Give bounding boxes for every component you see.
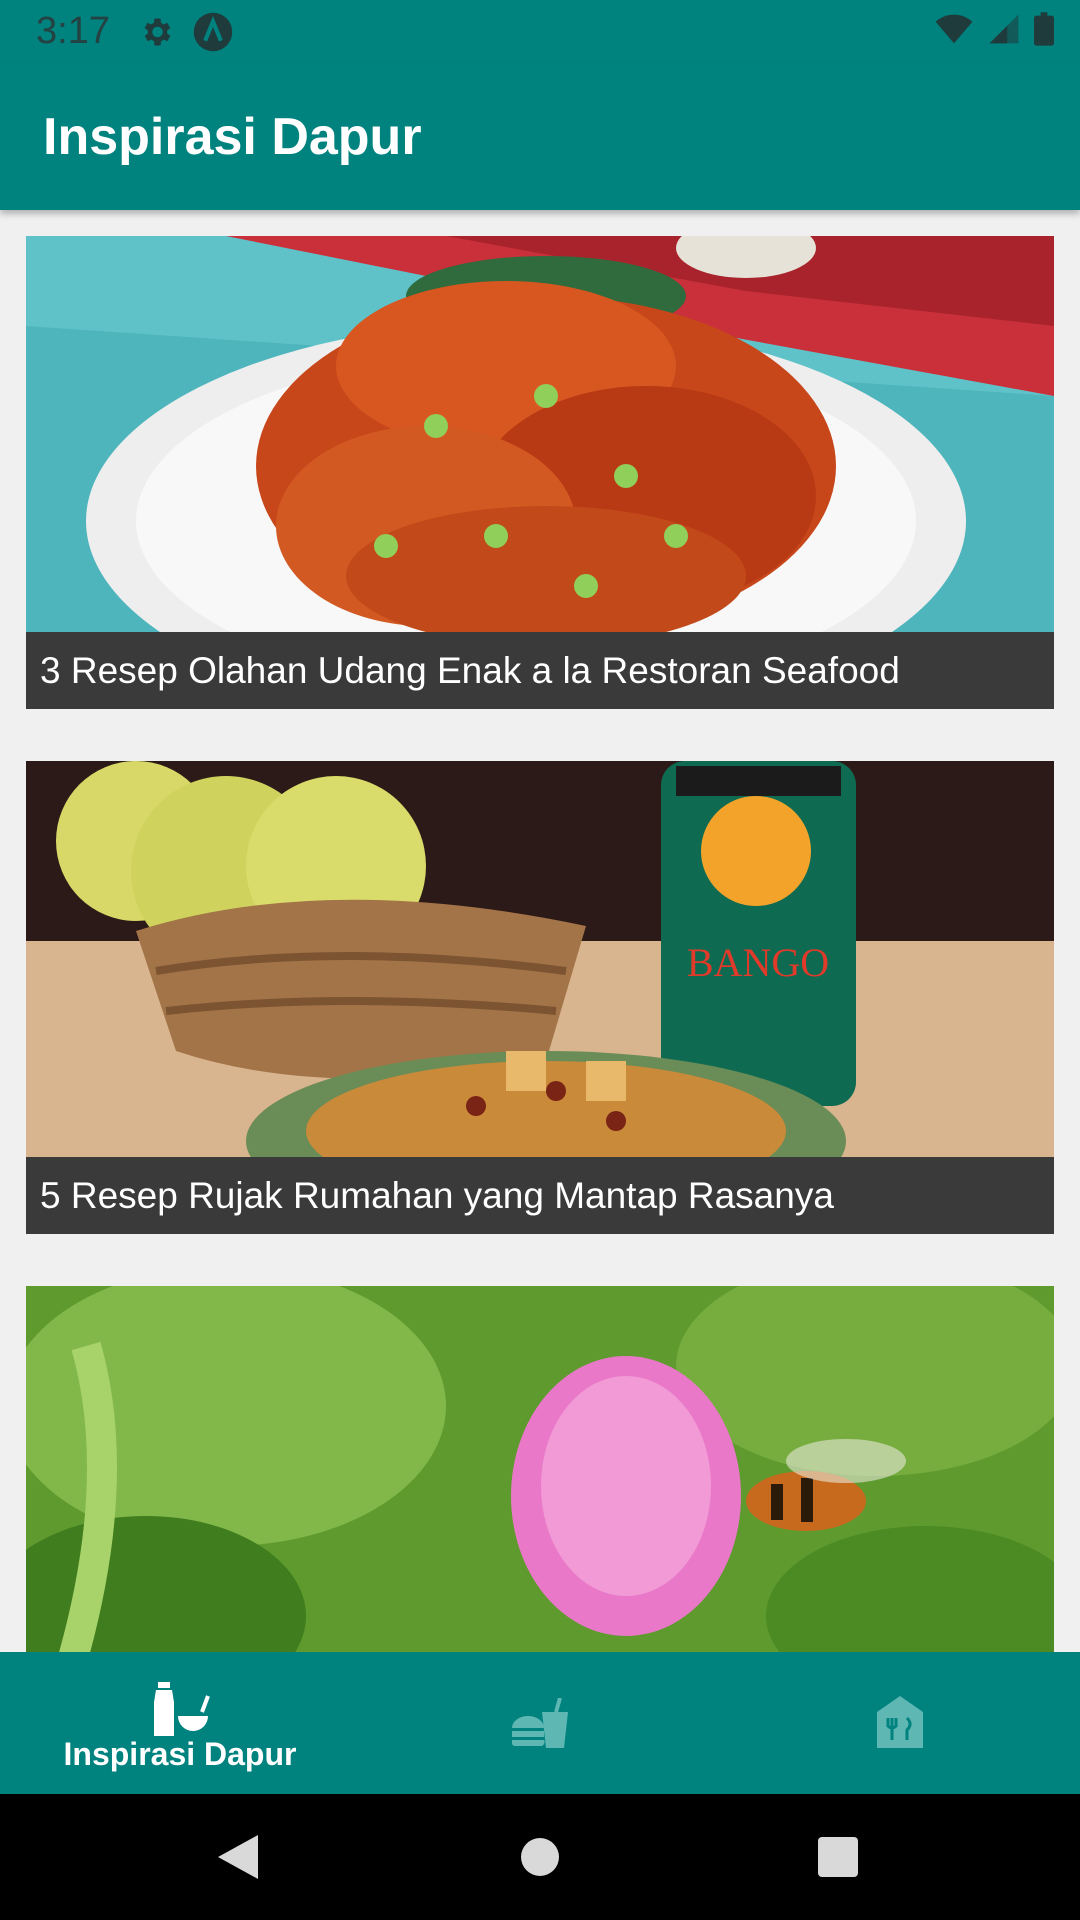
- status-time: 3:17: [36, 10, 110, 52]
- signal-icon: [989, 14, 1019, 44]
- status-bar: 3:17: [0, 0, 1080, 63]
- article-title: 5 Resep Rujak Rumahan yang Mantap Rasany…: [26, 1157, 1054, 1234]
- page-title: Inspirasi Dapur: [43, 108, 422, 166]
- svg-text:BANGO: BANGO: [687, 940, 829, 985]
- nav-label: Inspirasi Dapur: [63, 1736, 297, 1772]
- kitchen-bottle-bowl-icon: [154, 1682, 210, 1736]
- shrimp-dish-image: [26, 236, 1054, 632]
- battery-icon: [1034, 12, 1054, 46]
- bee-flower-image: [26, 1286, 1054, 1652]
- gear-icon: [144, 18, 171, 46]
- nav-item-restaurant[interactable]: [720, 1652, 1080, 1794]
- nav-item-fastfood[interactable]: [360, 1652, 720, 1794]
- fastfood-icon: [512, 1698, 568, 1748]
- article-feed[interactable]: 3 Resep Olahan Udang Enak a la Restoran …: [0, 210, 1080, 1652]
- recents-icon[interactable]: [818, 1837, 858, 1877]
- back-icon[interactable]: [218, 1835, 258, 1879]
- article-card[interactable]: BANGO 5 Resep Rujak Rumahan yang Mantap …: [26, 761, 1054, 1234]
- article-title: 3 Resep Olahan Udang Enak a la Restoran …: [26, 632, 1054, 709]
- a-badge-icon: [193, 12, 233, 52]
- article-card[interactable]: [26, 1286, 1054, 1652]
- system-navigation-bar: [0, 1794, 1080, 1920]
- rujak-dish-image: BANGO: [26, 761, 1054, 1157]
- wifi-icon: [935, 14, 973, 44]
- bottom-navigation: Inspirasi Dapur: [0, 1652, 1080, 1794]
- restaurant-house-icon: [877, 1696, 923, 1748]
- nav-item-inspirasi-dapur[interactable]: Inspirasi Dapur: [0, 1652, 360, 1794]
- app-bar: Inspirasi Dapur: [0, 63, 1080, 210]
- article-card[interactable]: 3 Resep Olahan Udang Enak a la Restoran …: [26, 236, 1054, 709]
- home-icon[interactable]: [520, 1837, 560, 1877]
